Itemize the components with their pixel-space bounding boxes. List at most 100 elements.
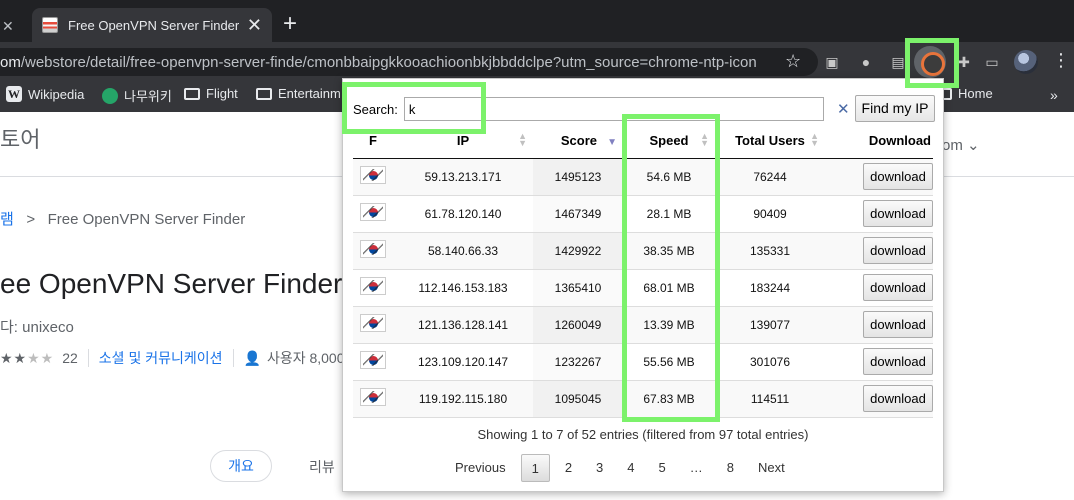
divider — [232, 349, 234, 367]
pagination-ellipsis: … — [689, 460, 703, 475]
bookmarks-overflow-icon[interactable]: » — [1050, 87, 1058, 103]
korea-flag-icon — [360, 314, 386, 332]
table-row: 123.109.120.147 1232267 55.56 MB 301076 … — [353, 343, 933, 381]
url-text: om/webstore/detail/free-openvpn-server-f… — [0, 53, 757, 71]
avatar[interactable] — [1014, 50, 1038, 74]
user-icon: 👤 — [243, 349, 261, 366]
download-button[interactable]: download — [863, 237, 933, 264]
speed-cell: 67.83 MB — [623, 380, 715, 418]
breadcrumb: 램 > Free OpenVPN Server Finder — [0, 208, 245, 229]
download-button[interactable]: download — [863, 274, 933, 301]
users-cell: 183244 — [715, 269, 825, 307]
rating-count[interactable]: 22 — [62, 350, 78, 366]
user-count: 사용자 8,000 — [266, 350, 345, 366]
extension-icon[interactable]: ▤ — [888, 52, 908, 72]
download-cell: download — [825, 158, 933, 196]
cast-icon[interactable]: ▭ — [982, 52, 1002, 72]
tab-title: Free OpenVPN Server Finder - Chrome Web … — [68, 17, 241, 33]
search-row: Search: — [353, 97, 824, 121]
column-header-ip[interactable]: IP ▲ ▼ — [393, 123, 533, 159]
column-header-total-users[interactable]: Total Users ▲ ▼ — [715, 123, 825, 159]
column-header-speed[interactable]: Speed ▲ ▼ — [623, 123, 715, 159]
pagination-page-1[interactable]: 1 — [520, 454, 550, 482]
sort-icon: ▲ ▼ — [700, 131, 709, 148]
download-button[interactable]: download — [863, 311, 933, 338]
column-header-score[interactable]: Score ▼ — [533, 123, 623, 159]
score-cell: 1467349 — [533, 195, 623, 233]
pagination-page-8[interactable]: 8 — [718, 454, 743, 482]
score-cell: 1260049 — [533, 306, 623, 344]
flag-cell — [353, 232, 393, 270]
bookmark-folder-flight[interactable]: Flight — [184, 86, 238, 101]
category-link[interactable]: 소셜 및 커뮤니케이션 — [99, 348, 223, 368]
bookmark-wikipedia[interactable]: W Wikipedia — [6, 86, 84, 102]
download-cell: download — [825, 306, 933, 344]
openvpn-extension-icon[interactable] — [914, 46, 946, 78]
sort-icon: ▲ ▼ — [518, 131, 527, 148]
extension-icon[interactable]: ▣ — [822, 52, 842, 72]
tab-reviews[interactable]: 리뷰 — [309, 457, 335, 477]
download-button[interactable]: download — [863, 385, 933, 412]
breadcrumb-separator: > — [26, 211, 36, 228]
search-input[interactable] — [403, 97, 824, 121]
pagination-previous[interactable]: Previous — [446, 454, 515, 482]
bookmark-namuwiki[interactable]: 나무위키 — [102, 86, 172, 105]
tab-strip: ✕ Free OpenVPN Server Finder - Chrome We… — [0, 0, 1074, 42]
download-cell: download — [825, 232, 933, 270]
bookmark-folder-entertainment[interactable]: Entertainm — [256, 86, 341, 101]
pagination-page-5[interactable]: 5 — [650, 454, 675, 482]
menu-icon[interactable]: ⋮ — [1052, 50, 1070, 71]
tab-close-icon[interactable]: ✕ — [0, 10, 28, 42]
column-header-flag[interactable]: F — [353, 123, 393, 159]
ip-cell: 112.146.153.183 — [393, 269, 533, 307]
breadcrumb-parent-link[interactable]: 램 — [0, 211, 14, 228]
address-bar[interactable]: om/webstore/detail/free-openvpn-server-f… — [0, 48, 818, 76]
ip-cell: 119.192.115.180 — [393, 380, 533, 418]
table-row: 121.136.128.141 1260049 13.39 MB 139077 … — [353, 306, 933, 344]
tab-overview[interactable]: 개요 — [210, 450, 272, 482]
pagination-page-2[interactable]: 2 — [556, 454, 581, 482]
download-cell: download — [825, 380, 933, 418]
sort-icon: ▲ ▼ — [810, 131, 819, 148]
divider — [87, 349, 89, 367]
puzzle-icon[interactable]: ✚ — [954, 52, 974, 72]
score-cell: 1495123 — [533, 158, 623, 196]
download-cell: download — [825, 343, 933, 381]
close-icon[interactable]: ✕ — [247, 15, 262, 36]
search-label: Search: — [353, 101, 398, 117]
table-header-row: F IP ▲ ▼ Score ▼ Speed ▲ ▼ Total Users ▲ ▼ Down… — [353, 123, 933, 159]
column-header-download[interactable]: Download — [825, 123, 933, 159]
flag-cell — [353, 158, 393, 196]
chat-extension-icon[interactable]: ● — [856, 52, 876, 72]
download-button[interactable]: download — [863, 348, 933, 375]
download-button[interactable]: download — [863, 163, 933, 190]
webstore-favicon-icon — [42, 17, 58, 33]
tab-active[interactable]: Free OpenVPN Server Finder - Chrome Web … — [32, 8, 272, 42]
find-my-ip-button[interactable]: Find my IP — [855, 95, 935, 122]
table-row: 61.78.120.140 1467349 28.1 MB 90409 down… — [353, 195, 933, 233]
score-cell: 1365410 — [533, 269, 623, 307]
new-tab-button[interactable]: + — [283, 12, 297, 36]
table-row: 112.146.153.183 1365410 68.01 MB 183244 … — [353, 269, 933, 307]
korea-flag-icon — [360, 166, 386, 184]
bookmark-folder-home[interactable]: Home — [936, 86, 993, 101]
flag-cell — [353, 380, 393, 418]
pagination-page-3[interactable]: 3 — [587, 454, 612, 482]
pagination-page-4[interactable]: 4 — [618, 454, 643, 482]
users-cell: 301076 — [715, 343, 825, 381]
users-cell: 114511 — [715, 380, 825, 418]
pagination-next[interactable]: Next — [749, 454, 794, 482]
publisher-label: 다: unixeco — [0, 319, 74, 336]
bookmark-star-icon[interactable]: ☆ — [785, 51, 801, 72]
flag-cell — [353, 195, 393, 233]
download-cell: download — [825, 269, 933, 307]
openvpn-finder-popup: Search: ✕ Find my IP F IP▲▼ Score▼ Speed… — [342, 78, 944, 492]
score-cell: 1232267 — [533, 343, 623, 381]
users-cell: 76244 — [715, 158, 825, 196]
download-button[interactable]: download — [863, 200, 933, 227]
account-menu[interactable]: om ⌄ — [942, 136, 980, 154]
browser-toolbar: om/webstore/detail/free-openvpn-server-f… — [0, 42, 1074, 82]
speed-cell: 38.35 MB — [623, 232, 715, 270]
clear-search-icon[interactable]: ✕ — [837, 100, 850, 118]
namuwiki-icon — [102, 87, 118, 104]
